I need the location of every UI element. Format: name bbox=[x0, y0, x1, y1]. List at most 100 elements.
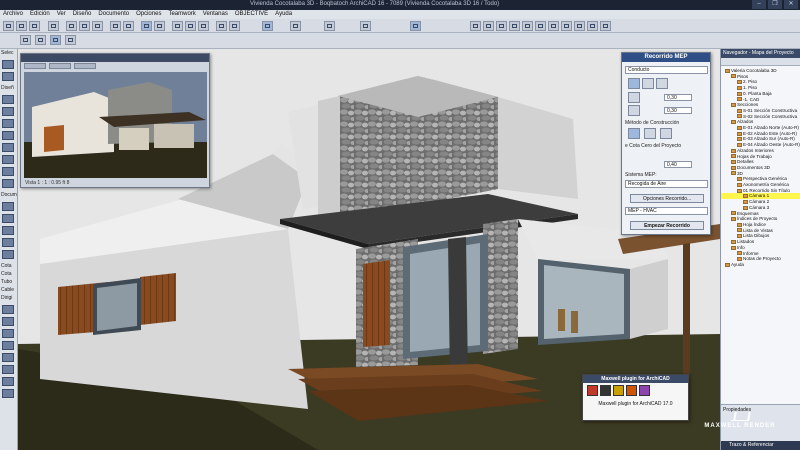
width-field[interactable]: 0,30 bbox=[664, 94, 692, 101]
mep-palette-title[interactable]: Recorrido MEP bbox=[622, 53, 710, 62]
maxwell-plugin-title[interactable]: Maxwell plugin for ArchiCAD bbox=[583, 375, 688, 383]
section-button[interactable] bbox=[360, 21, 371, 31]
dimension-tool[interactable] bbox=[2, 202, 14, 211]
navigator-item[interactable]: Ayuda bbox=[721, 262, 800, 268]
beam-tool[interactable] bbox=[2, 143, 14, 152]
slab-tool[interactable] bbox=[2, 155, 14, 164]
preview-tool-button[interactable] bbox=[74, 63, 96, 69]
terminal-tool[interactable] bbox=[2, 353, 14, 362]
maxwell-render-icon[interactable] bbox=[587, 385, 598, 396]
arrow-tool-button[interactable] bbox=[141, 21, 152, 31]
pointer-button[interactable] bbox=[50, 35, 61, 45]
magic-wand-button[interactable] bbox=[20, 35, 31, 45]
print-button[interactable] bbox=[48, 21, 59, 31]
menu-teamwork[interactable]: Teamwork bbox=[168, 10, 195, 19]
mep-mode-select[interactable]: Conducto bbox=[625, 66, 708, 74]
lamp-tool-button[interactable] bbox=[600, 21, 611, 31]
text-tool[interactable] bbox=[2, 214, 14, 223]
render-button[interactable] bbox=[324, 21, 335, 31]
maximize-button[interactable]: ❐ bbox=[768, 0, 782, 9]
roof-tool-button[interactable] bbox=[522, 21, 533, 31]
arrow-tool[interactable] bbox=[2, 60, 14, 69]
flexible-duct-tool[interactable] bbox=[2, 365, 14, 374]
menu-ventanas[interactable]: Ventanas bbox=[203, 10, 228, 19]
menu-archivo[interactable]: Archivo bbox=[3, 10, 23, 19]
zoom-in-button[interactable] bbox=[172, 21, 183, 31]
menu-ver[interactable]: Ver bbox=[57, 10, 66, 19]
menu-ayuda[interactable]: Ayuda bbox=[275, 10, 292, 19]
trace-reference-bar[interactable]: Trazo & Referenciar bbox=[721, 441, 800, 450]
preview-title-bar[interactable] bbox=[21, 54, 209, 62]
cota-field[interactable]: 0,40 bbox=[664, 161, 692, 168]
fill-tool[interactable] bbox=[2, 238, 14, 247]
door-tool-button[interactable] bbox=[574, 21, 585, 31]
routing-tool[interactable] bbox=[2, 377, 14, 386]
fitting-tool[interactable] bbox=[2, 389, 14, 398]
cable-tool[interactable] bbox=[2, 329, 14, 338]
pen-set-button[interactable] bbox=[290, 21, 301, 31]
mesh-tool-button[interactable] bbox=[535, 21, 546, 31]
label-tool[interactable] bbox=[2, 226, 14, 235]
redo-button[interactable] bbox=[123, 21, 134, 31]
paste-button[interactable] bbox=[92, 21, 103, 31]
door-tool[interactable] bbox=[2, 107, 14, 116]
object-tool-button[interactable] bbox=[561, 21, 572, 31]
oval-duct-button[interactable] bbox=[656, 78, 668, 89]
maxwell-light-icon[interactable] bbox=[626, 385, 637, 396]
round-duct-button[interactable] bbox=[642, 78, 654, 89]
maxwell-settings-icon[interactable] bbox=[639, 385, 650, 396]
column-tool-button[interactable] bbox=[483, 21, 494, 31]
maxwell-export-icon[interactable] bbox=[600, 385, 611, 396]
minimize-button[interactable]: – bbox=[752, 0, 766, 9]
construction-method-b[interactable] bbox=[644, 128, 656, 139]
fit-window-button[interactable] bbox=[198, 21, 209, 31]
mep-hvac-select[interactable]: MEP - HVAC bbox=[625, 207, 708, 215]
menu-objective[interactable]: OBJECTIVE bbox=[235, 10, 268, 19]
start-routing-button[interactable]: Empezar Recorrido bbox=[630, 221, 704, 230]
open-file-button[interactable] bbox=[16, 21, 27, 31]
grid-snap-button[interactable] bbox=[65, 35, 76, 45]
height-field[interactable]: 0,30 bbox=[664, 107, 692, 114]
render-preview-window[interactable]: Vista 1 : 1 : 0.95 ft 8 bbox=[20, 53, 210, 188]
equipment-tool[interactable] bbox=[2, 341, 14, 350]
display-option-button[interactable] bbox=[410, 21, 421, 31]
stair-tool[interactable] bbox=[2, 179, 14, 188]
preview-tool-button[interactable] bbox=[24, 63, 46, 69]
slab-tool-button[interactable] bbox=[509, 21, 520, 31]
marquee-tool[interactable] bbox=[2, 72, 14, 81]
duct-tool[interactable] bbox=[2, 305, 14, 314]
cut-button[interactable] bbox=[66, 21, 77, 31]
preview-tool-button[interactable] bbox=[49, 63, 71, 69]
rect-duct-button[interactable] bbox=[628, 78, 640, 89]
beam-tool-button[interactable] bbox=[496, 21, 507, 31]
wall-tool-button[interactable] bbox=[470, 21, 481, 31]
construction-method-a[interactable] bbox=[628, 128, 640, 139]
stair-tool-button[interactable] bbox=[548, 21, 559, 31]
construction-method-c[interactable] bbox=[660, 128, 672, 139]
maxwell-material-icon[interactable] bbox=[613, 385, 624, 396]
close-button[interactable]: ✕ bbox=[784, 0, 798, 9]
line-tool[interactable] bbox=[2, 250, 14, 259]
navigator-title[interactable]: Navegador - Mapa del Proyecto bbox=[721, 49, 800, 58]
view-3d-button[interactable] bbox=[216, 21, 227, 31]
zoom-out-button[interactable] bbox=[185, 21, 196, 31]
roof-tool[interactable] bbox=[2, 167, 14, 176]
pipe-tool[interactable] bbox=[2, 317, 14, 326]
menu-edicion[interactable]: Edición bbox=[30, 10, 50, 19]
wall-tool[interactable] bbox=[2, 95, 14, 104]
menu-opciones[interactable]: Opciones bbox=[136, 10, 161, 19]
column-tool[interactable] bbox=[2, 131, 14, 140]
marquee-tool-button[interactable] bbox=[154, 21, 165, 31]
copy-button[interactable] bbox=[79, 21, 90, 31]
save-button[interactable] bbox=[29, 21, 40, 31]
undo-button[interactable] bbox=[110, 21, 121, 31]
menu-diseno[interactable]: Diseño bbox=[73, 10, 92, 19]
sistema-select[interactable]: Recogida de Aire bbox=[625, 180, 708, 188]
window-tool[interactable] bbox=[2, 119, 14, 128]
snap-button[interactable] bbox=[35, 35, 46, 45]
plan-view-button[interactable] bbox=[229, 21, 240, 31]
opciones-recorrido-button[interactable]: Opciones Recorrido... bbox=[630, 194, 704, 203]
layer-button[interactable] bbox=[262, 21, 273, 31]
window-tool-button[interactable] bbox=[587, 21, 598, 31]
new-file-button[interactable] bbox=[3, 21, 14, 31]
